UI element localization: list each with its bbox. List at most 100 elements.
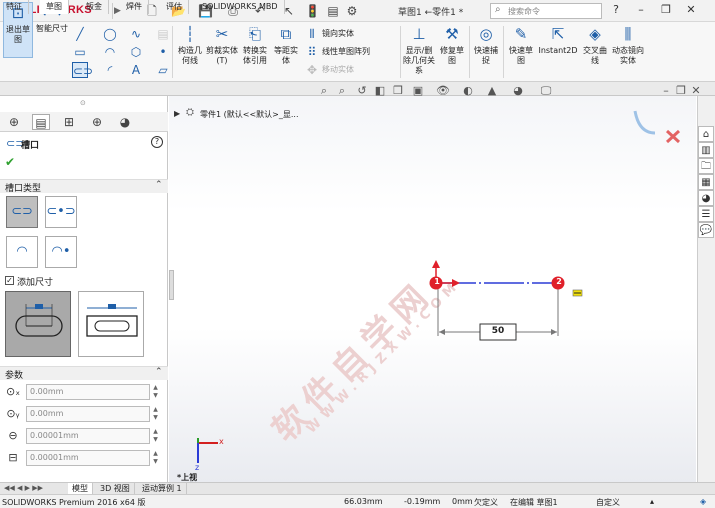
panel-grip-icon[interactable]: ⊙	[80, 99, 86, 107]
mirror-entities-button[interactable]: 镜向实体	[322, 28, 354, 40]
tab-mbd[interactable]: SOLIDWORKS MBD	[196, 0, 285, 14]
tab-3d-view[interactable]: 3D 视图	[96, 483, 135, 494]
slot-length-icon: ⊟	[8, 451, 18, 464]
slot-width-spinner[interactable]: ▲ ▼	[151, 428, 160, 444]
feature-manager-icon[interactable]: ⊕	[5, 114, 23, 130]
search-command-input[interactable]	[490, 3, 602, 19]
instant2d-button[interactable]: ⇱ Instant2D	[538, 24, 578, 56]
dimxpert-icon[interactable]: ⊕	[88, 114, 106, 130]
tab-weldments[interactable]: 焊件	[120, 0, 149, 14]
convert-entities-button[interactable]: ⎗ 转换实体引用	[240, 24, 270, 66]
appearances-icon[interactable]: ◕	[698, 190, 714, 206]
configuration-manager-icon[interactable]: ⊞	[60, 114, 78, 130]
show-hide-relations-button[interactable]: ⊥ 显示/删除几何关系	[403, 24, 435, 76]
intersection-curve-icon: ◈	[589, 25, 601, 43]
add-dimensions-checkbox[interactable]: ✓	[5, 276, 14, 285]
home-icon[interactable]: ⌂	[698, 126, 714, 142]
y-center-spinner[interactable]: ▲ ▼	[151, 406, 160, 422]
x-center-field[interactable]: 0.00mm	[26, 384, 150, 400]
offset-entities-button[interactable]: ⧉ 等距实体	[272, 24, 300, 66]
quick-snaps-button[interactable]: ◎ 快速捕捉	[472, 24, 500, 66]
slot-width-icon: ⊖	[8, 429, 18, 442]
trim-entities-button[interactable]: ✂ 剪裁实体(T)	[206, 24, 238, 66]
design-library-icon[interactable]: ▥	[698, 142, 714, 158]
coord-x: 66.03mm	[344, 497, 383, 506]
rectangle-icon[interactable]: ▭	[72, 44, 88, 60]
chevron-up-icon[interactable]: ⌃	[155, 367, 163, 377]
slot-length-spinner[interactable]: ▲ ▼	[151, 450, 160, 466]
rapid-sketch-icon: ✎	[514, 25, 528, 43]
tree-expand-arrow[interactable]: ▶	[174, 109, 180, 118]
file-properties-icon[interactable]: ▤	[326, 4, 340, 18]
circle-icon[interactable]: ◯	[102, 26, 118, 42]
property-manager-icon[interactable]: ▤	[32, 114, 50, 130]
forum-icon[interactable]: 💬	[698, 222, 714, 238]
help-button[interactable]: ?	[151, 136, 163, 148]
repair-icon: ⚒	[445, 25, 459, 43]
repair-sketch-button[interactable]: ⚒ 修复草图	[438, 24, 466, 66]
tab-model[interactable]: 模型	[68, 483, 93, 494]
triad-z-label: z	[195, 463, 200, 472]
feature-tree-label[interactable]: 零件1 (默认<<默认>_显...	[200, 109, 299, 120]
slot-width-field[interactable]: 0.00001mm	[26, 428, 150, 444]
centerpoint-straight-slot-button[interactable]: ⊂•⊃	[45, 196, 77, 228]
polygon-icon[interactable]: ⬡	[128, 44, 144, 60]
convert-icon: ⎗	[248, 25, 261, 43]
arc-icon[interactable]: ◠	[102, 44, 118, 60]
y-center-field[interactable]: 0.00mm	[26, 406, 150, 422]
plane-icon[interactable]: ▱	[155, 62, 171, 78]
overall-length-icon	[86, 304, 138, 337]
linear-pattern-button[interactable]: 线性草图阵列	[322, 46, 370, 58]
overall-length-dimension-button[interactable]	[78, 291, 144, 357]
slot-icon[interactable]: ⊂⊃	[72, 62, 93, 78]
panel-collapse-handle[interactable]	[169, 270, 174, 300]
construction-geometry-button[interactable]: ┆ 构造几何线	[176, 24, 204, 66]
chevron-up-icon[interactable]: ⌃	[155, 180, 163, 190]
straight-slot-button[interactable]: ⊂⊃	[6, 196, 38, 228]
spline-tools-icon[interactable]: ▤	[155, 26, 171, 42]
point-1-label: 1	[434, 277, 440, 286]
tab-sheet-metal[interactable]: 钣金	[80, 0, 109, 14]
dimension-value[interactable]: 50	[480, 326, 516, 336]
product-version: SOLIDWORKS Premium 2016 x64 版	[2, 498, 146, 507]
centerpoint-arc-slot-button[interactable]: ◠•	[45, 236, 77, 268]
file-explorer-icon[interactable]: 🗀	[698, 158, 714, 174]
three-point-arc-slot-button[interactable]: ◠	[6, 236, 38, 268]
parameters-section[interactable]	[0, 366, 168, 380]
intersection-curve-button[interactable]: ◈ 交叉曲线	[580, 24, 610, 66]
point-icon[interactable]: •	[155, 44, 171, 60]
tab-scroll-icons[interactable]: ◀◀ ◀ ▶ ▶▶	[4, 484, 43, 492]
tab-motion-study[interactable]: 运动算例 1	[138, 483, 187, 494]
tab-features[interactable]: 特征	[0, 0, 29, 14]
tab-evaluate[interactable]: 评估	[160, 0, 189, 14]
x-center-icon: ⊙ₓ	[6, 385, 21, 398]
move-entities-button[interactable]: 移动实体	[322, 64, 354, 76]
options-icon[interactable]: ⚙	[345, 4, 359, 18]
center-to-center-dimension-button[interactable]	[5, 291, 71, 357]
spline-icon[interactable]: ∿	[128, 26, 144, 42]
linear-pattern-icon: ⠿	[307, 45, 317, 59]
line-icon[interactable]: ╱	[72, 26, 88, 42]
units-selector[interactable]: 自定义	[596, 497, 620, 508]
ok-button[interactable]: ✔	[5, 155, 15, 169]
custom-properties-icon[interactable]: ☰	[698, 206, 714, 222]
help-icon[interactable]: ?	[608, 2, 624, 18]
rebuild-icon[interactable]: 🚦	[305, 4, 320, 18]
notification-icon[interactable]: ◈	[700, 497, 706, 506]
close-button[interactable]: ✕	[683, 2, 699, 18]
dynamic-mirror-button[interactable]: ⫼ 动态镜向实体	[612, 24, 644, 66]
text-icon[interactable]: A	[128, 62, 144, 78]
slot-length-field[interactable]: 0.00001mm	[26, 450, 150, 466]
rapid-sketch-button[interactable]: ✎ 快速草图	[506, 24, 536, 66]
part-icon: ⛭	[186, 107, 194, 118]
view-palette-icon[interactable]: ▦	[698, 174, 714, 190]
x-center-spinner[interactable]: ▲ ▼	[151, 384, 160, 400]
minimize-button[interactable]: –	[633, 2, 649, 18]
fillet-icon[interactable]: ◜	[102, 62, 118, 78]
units-dropdown-icon[interactable]: ▴	[650, 497, 654, 506]
restore-button[interactable]: ❐	[658, 2, 674, 18]
display-manager-icon[interactable]: ◕	[116, 114, 134, 130]
graphics-area[interactable]: 软件自学网 WWW.RJZXW.COM 1 2 50 x z *上视	[169, 96, 696, 482]
coord-y: -0.19mm	[404, 497, 441, 506]
tab-sketch[interactable]: 草图	[40, 0, 69, 14]
